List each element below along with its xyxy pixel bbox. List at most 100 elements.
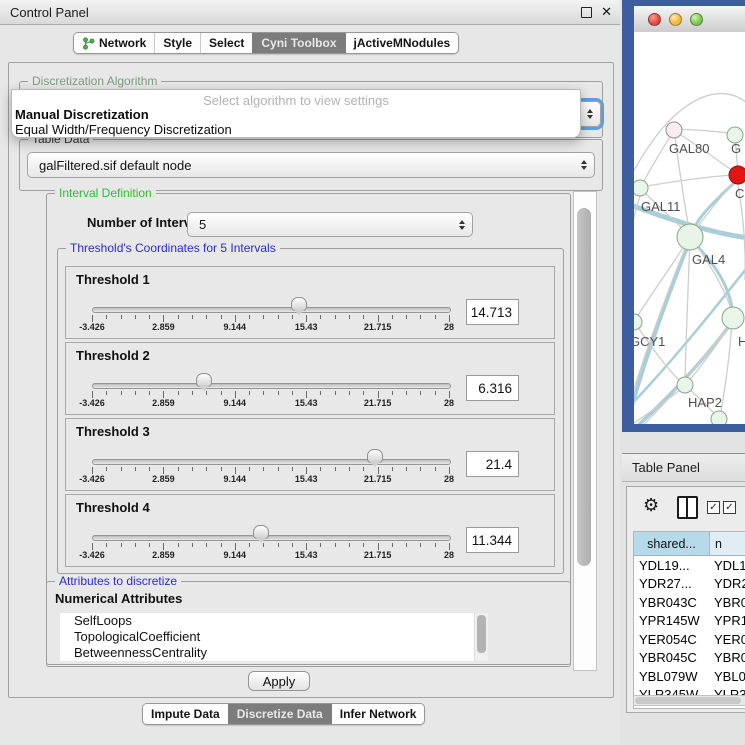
slider-handle[interactable]: [367, 449, 383, 463]
slider-handle[interactable]: [253, 525, 269, 539]
number-of-intervals-combobox[interactable]: 5: [187, 212, 473, 237]
panel-vertical-scrollbar[interactable]: [573, 191, 597, 671]
attribute-list-item-betweennesscentrality[interactable]: BetweennessCentrality: [60, 645, 488, 661]
table-row[interactable]: YER054CYER0: [634, 630, 745, 649]
cell-name: YDL1: [710, 558, 745, 573]
tab-discretize-data[interactable]: Discretize Data: [228, 704, 331, 724]
tick-mark: [163, 467, 164, 474]
threshold-value-field[interactable]: 14.713: [466, 299, 519, 325]
list-vertical-scrollbar[interactable]: [474, 613, 488, 661]
table-data-combobox[interactable]: galFiltered.sif default node: [27, 152, 595, 178]
attribute-list-item-topologicalcoefficient[interactable]: TopologicalCoefficient: [60, 629, 488, 645]
tab-cyni-toolbox[interactable]: Cyni Toolbox: [252, 33, 344, 53]
scrollbar-thumb[interactable]: [635, 697, 741, 704]
network-node-h[interactable]: [722, 307, 744, 329]
tab-label: Select: [209, 36, 244, 50]
table-row[interactable]: YPR145WYPR1: [634, 612, 745, 631]
network-node-c[interactable]: [729, 166, 745, 184]
tick-mark: [121, 467, 122, 471]
network-node-gal4[interactable]: [677, 224, 703, 250]
slider-track[interactable]: [92, 459, 451, 465]
tick-mark: [235, 543, 236, 550]
attribute-list-item-selfloops[interactable]: SelfLoops: [60, 613, 488, 629]
table-row[interactable]: YDR27...YDR2: [634, 575, 745, 594]
scale-label: 21.715: [364, 398, 392, 408]
cell-shared-name: YDR27...: [634, 576, 710, 591]
checkbox-icon[interactable]: ✓: [723, 501, 736, 514]
tick-mark: [206, 391, 207, 395]
threshold-value-field[interactable]: 11.344: [466, 527, 519, 553]
tick-mark: [420, 543, 421, 547]
slider-scale-labels: -3.4262.8599.14415.4321.71528: [92, 322, 449, 334]
table-data-group: Table Data galFiltered.sif default node: [19, 139, 603, 191]
tick-mark: [306, 315, 307, 322]
tick-mark: [435, 543, 436, 547]
tick-mark: [449, 315, 450, 322]
network-node-gal80[interactable]: [666, 122, 682, 138]
column-header-name[interactable]: n: [710, 532, 745, 555]
column-header-shared-name[interactable]: shared...: [634, 532, 710, 555]
threshold-value-field[interactable]: 6.316: [466, 375, 519, 401]
table-row[interactable]: YBR043CYBR0: [634, 593, 745, 612]
tick-mark: [192, 467, 193, 471]
table-panel-titlebar: Table Panel: [622, 453, 745, 482]
zoom-traffic-light-icon[interactable]: [690, 13, 703, 26]
tab-network[interactable]: Network: [74, 33, 154, 53]
tick-mark: [92, 391, 93, 398]
tick-mark: [121, 315, 122, 319]
slider-track[interactable]: [92, 535, 451, 541]
checkbox-icon[interactable]: ✓: [707, 501, 720, 514]
screenshot-root: Control Panel ✕ NetworkStyleSelectCyni T…: [0, 0, 745, 745]
scale-label: 21.715: [364, 474, 392, 484]
table-row[interactable]: YDL19...YDL1: [634, 556, 745, 575]
float-window-icon[interactable]: [581, 7, 592, 18]
columns-icon[interactable]: [677, 496, 698, 519]
tick-mark: [278, 315, 279, 319]
threshold-value-field[interactable]: 21.4: [466, 451, 519, 477]
network-window-titlebar[interactable]: [634, 6, 745, 33]
tick-mark: [221, 315, 222, 319]
tick-mark: [363, 543, 364, 547]
node-label: GAL11: [641, 199, 681, 214]
tick-mark: [178, 543, 179, 547]
network-node-gcy1[interactable]: [634, 314, 642, 330]
network-edge-highlighted: [634, 240, 690, 424]
cell-name: YBR0: [710, 650, 745, 665]
tab-jactivemnodules[interactable]: jActiveMNodules: [345, 33, 459, 53]
slider-track[interactable]: [92, 307, 451, 313]
threshold-block: Threshold 1-3.4262.8599.14415.4321.71528…: [65, 266, 555, 339]
tab-impute-data[interactable]: Impute Data: [143, 704, 228, 724]
combo-stepper-icon: [459, 220, 465, 230]
network-node[interactable]: [711, 411, 727, 424]
minimize-traffic-light-icon[interactable]: [669, 13, 682, 26]
tab-select[interactable]: Select: [200, 33, 252, 53]
combo-stepper-icon: [581, 160, 587, 170]
close-icon[interactable]: ✕: [601, 0, 612, 24]
scrollbar-thumb[interactable]: [477, 615, 486, 653]
scrollbar-thumb[interactable]: [577, 208, 591, 566]
node-label: H: [738, 334, 745, 349]
tick-mark: [106, 315, 107, 319]
tab-infer-network[interactable]: Infer Network: [331, 704, 425, 724]
gear-icon[interactable]: ⚙: [643, 493, 659, 517]
scale-label: 2.859: [152, 474, 175, 484]
tick-mark: [392, 315, 393, 319]
tick-mark: [392, 391, 393, 395]
network-node-hap2[interactable]: [677, 377, 693, 393]
table-row[interactable]: YBL079WYBL0: [634, 667, 745, 686]
apply-button[interactable]: Apply: [248, 671, 310, 691]
dropdown-option-manual-discretization[interactable]: Manual Discretization: [15, 107, 577, 122]
tab-style[interactable]: Style: [154, 33, 200, 53]
close-traffic-light-icon[interactable]: [648, 13, 661, 26]
combo-stepper-icon: [587, 109, 593, 119]
slider-handle[interactable]: [196, 373, 212, 387]
table-horizontal-scrollbar[interactable]: [633, 695, 745, 706]
network-canvas[interactable]: GAL80GCGAL11GAL4GCY1HHAP2: [634, 32, 745, 424]
network-node-gal11[interactable]: [634, 180, 648, 196]
slider-track[interactable]: [92, 383, 451, 389]
slider-handle[interactable]: [291, 297, 307, 311]
table-row[interactable]: YBR045CYBR0: [634, 649, 745, 668]
threshold-block: Threshold 3-3.4262.8599.14415.4321.71528…: [65, 418, 555, 491]
dropdown-option-equal-width-frequency-discretization[interactable]: Equal Width/Frequency Discretization: [15, 122, 577, 137]
tick-mark: [135, 467, 136, 471]
